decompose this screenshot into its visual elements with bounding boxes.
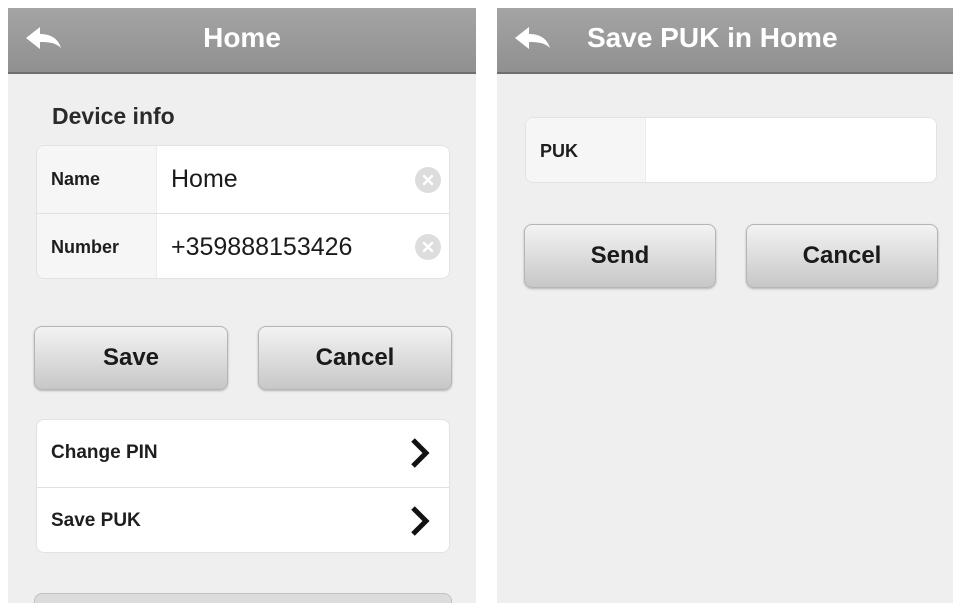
device-settings-screen: Home Device info Name Home Number +35988… [8,8,476,603]
number-field[interactable]: +359888153426 [171,214,399,278]
navbar: Home [8,8,476,74]
chevron-right-icon [411,506,430,536]
save-puk-screen: Save PUK in Home PUK Send Cancel [497,8,953,603]
menu-item-label: Change PIN [51,442,158,463]
puk-label: PUK [526,118,646,182]
clear-icon [422,241,434,253]
menu-item-change-pin[interactable]: Change PIN [37,420,449,486]
cancel-button[interactable]: Cancel [258,326,452,390]
partially-visible-button[interactable] [34,593,452,603]
back-button[interactable] [513,24,553,56]
cancel-button[interactable]: Cancel [746,224,938,288]
clear-icon [422,174,434,185]
page-title: Home [203,22,281,53]
chevron-right-icon [411,438,430,468]
clear-name-button[interactable] [415,166,441,193]
menu-item-save-puk[interactable]: Save PUK [37,487,449,552]
name-row: Name Home [37,146,449,213]
navbar: Save PUK in Home [497,8,953,74]
save-button[interactable]: Save [34,326,228,390]
number-label: Number [37,214,157,278]
puk-input[interactable] [660,118,886,182]
clear-number-button[interactable] [415,234,441,260]
send-button[interactable]: Send [524,224,716,288]
device-info-card: Name Home Number +359888153426 [36,145,450,279]
name-field[interactable]: Home [171,146,399,213]
name-label: Name [37,146,157,213]
section-title-device-info: Device info [52,103,175,129]
puk-card: PUK [525,117,937,183]
puk-row: PUK [526,118,936,182]
menu-card: Change PIN Save PUK [36,419,450,553]
menu-item-label: Save PUK [51,509,141,531]
number-row: Number +359888153426 [37,213,449,278]
page-title: Save PUK in Home [587,22,838,53]
back-arrow-icon [515,27,550,49]
